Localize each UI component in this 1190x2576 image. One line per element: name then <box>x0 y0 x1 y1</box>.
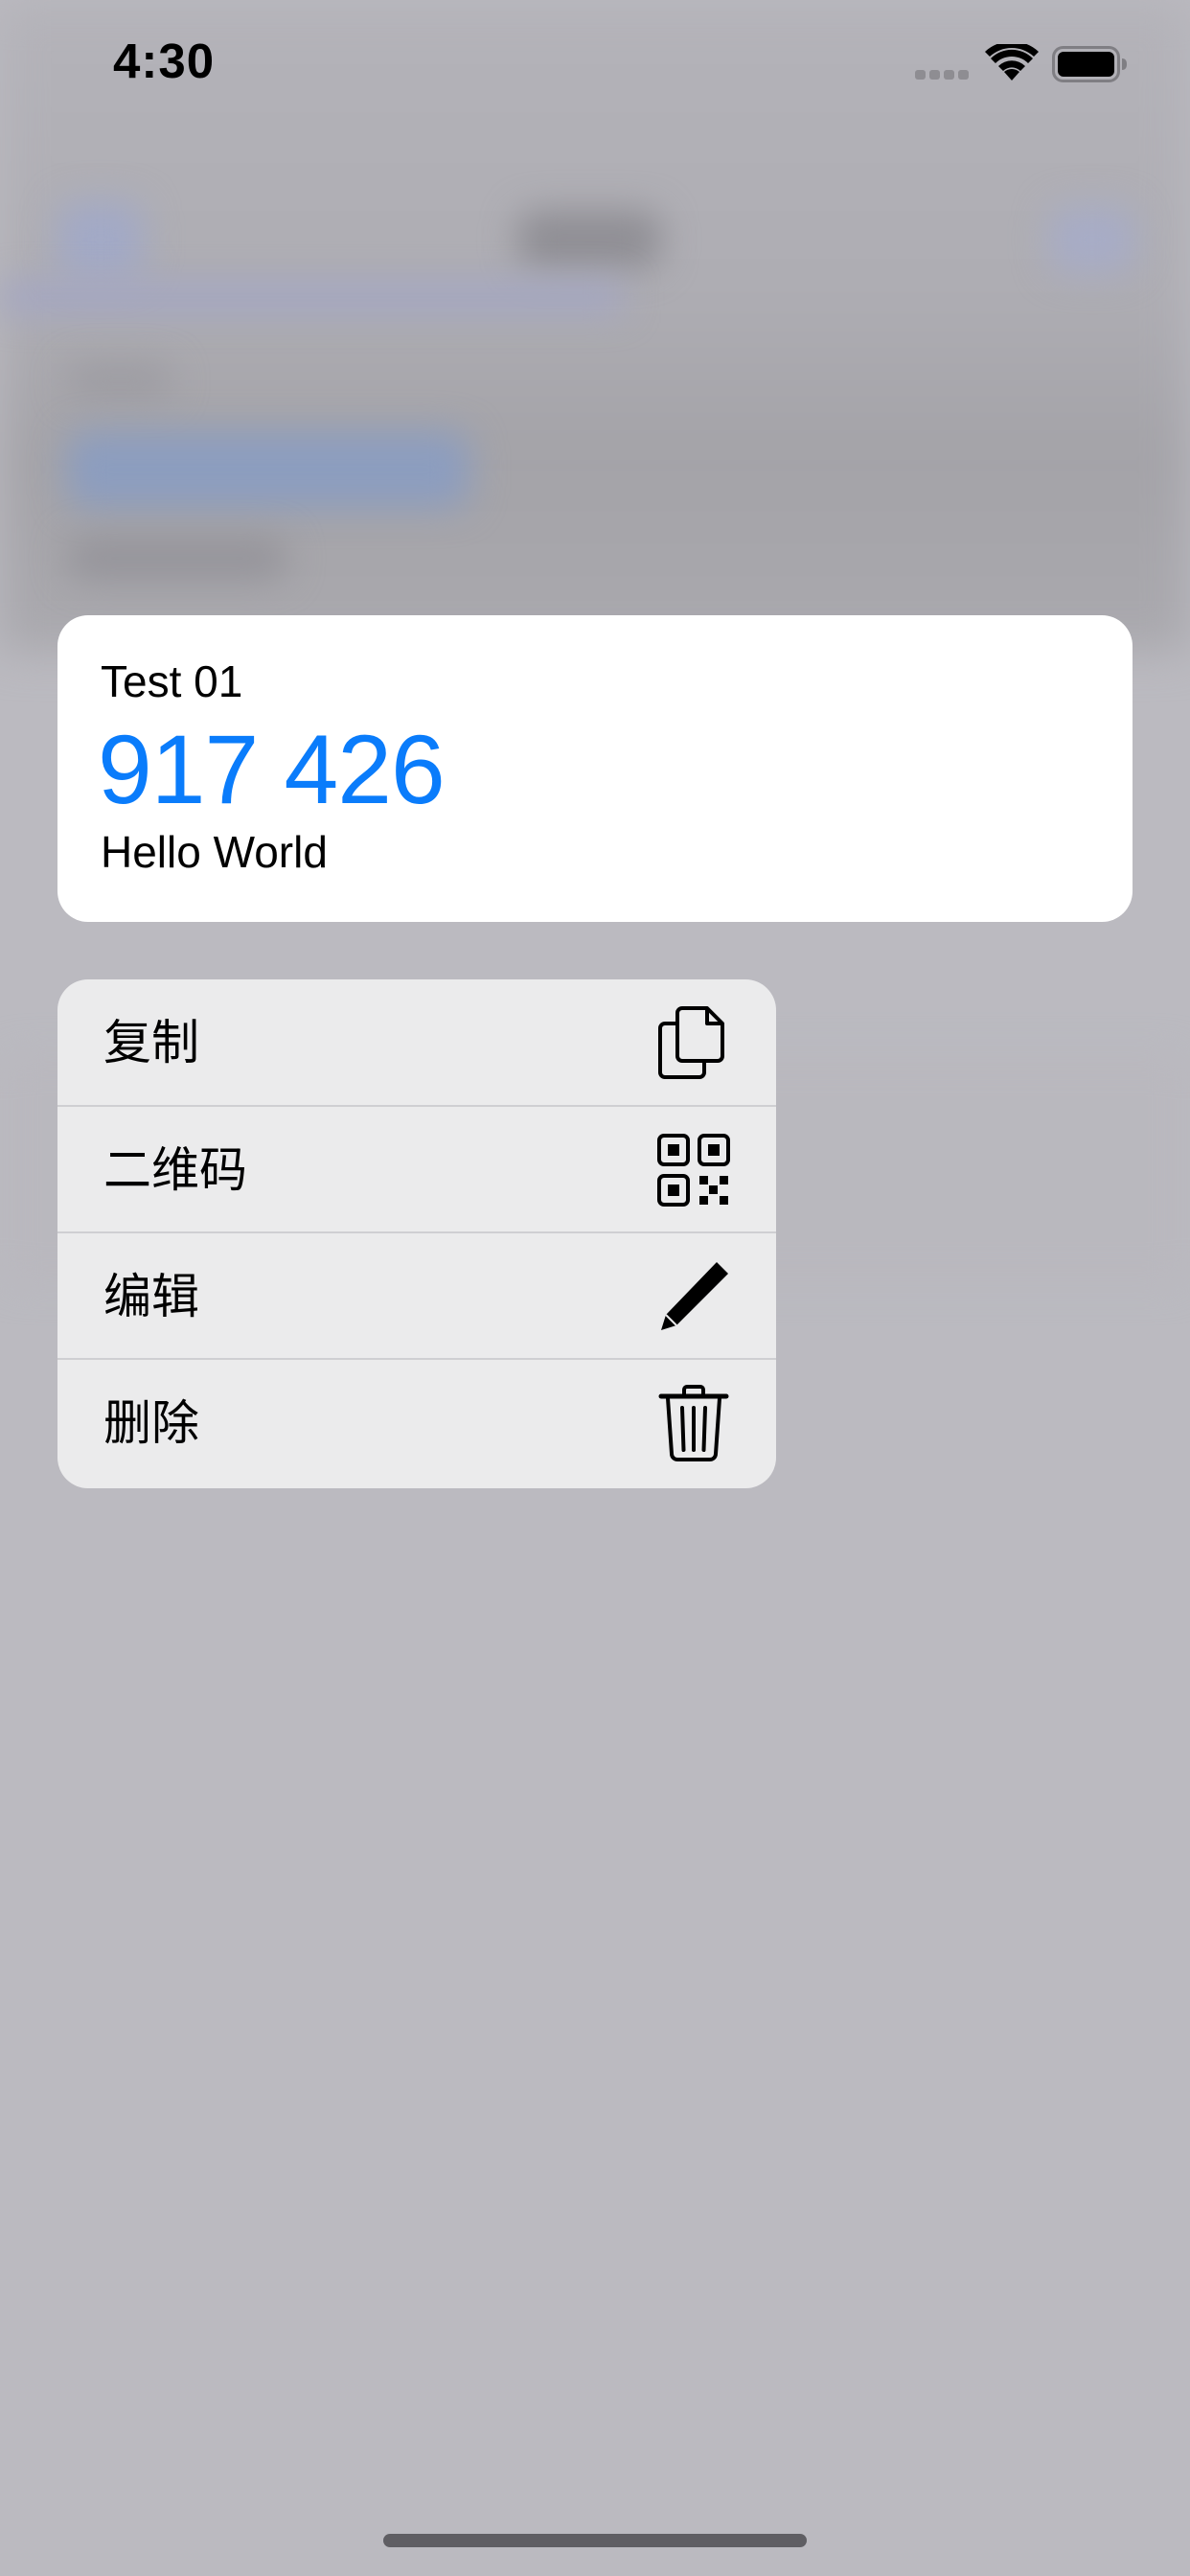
blurred-nav-title <box>517 211 661 268</box>
pencil-icon <box>653 1256 734 1337</box>
account-note: Hello World <box>101 827 328 877</box>
battery-icon <box>1052 46 1129 82</box>
wifi-icon <box>985 40 1039 82</box>
blurred-row-label <box>67 364 172 398</box>
menu-item-qr-code[interactable]: 二维码 <box>57 1107 776 1233</box>
blurred-row-code <box>67 431 469 508</box>
blurred-nav-divider <box>0 283 623 311</box>
menu-item-label: 二维码 <box>103 1143 247 1197</box>
menu-item-edit[interactable]: 编辑 <box>57 1233 776 1360</box>
status-bar: 4:30 <box>0 0 1190 134</box>
trash-icon <box>653 1383 734 1463</box>
home-indicator[interactable] <box>383 2534 807 2547</box>
blurred-nav-right-button <box>1049 206 1135 273</box>
menu-item-label: 删除 <box>103 1396 199 1450</box>
blurred-row-note <box>67 537 287 580</box>
context-menu: 复制 二维码 编辑 删除 <box>57 979 776 1488</box>
blurred-nav-left-button <box>57 201 144 278</box>
status-time: 4:30 <box>113 34 216 88</box>
menu-item-label: 复制 <box>103 1016 199 1070</box>
otp-code: 917 426 <box>98 715 446 824</box>
menu-item-delete[interactable]: 删除 <box>57 1360 776 1486</box>
qr-code-icon <box>653 1130 734 1210</box>
account-preview-card: Test 01 917 426 Hello World <box>57 615 1133 922</box>
menu-item-copy[interactable]: 复制 <box>57 979 776 1107</box>
account-name: Test 01 <box>101 656 243 706</box>
cellular-signal-icon <box>915 68 971 81</box>
copy-icon <box>653 1002 734 1083</box>
menu-item-label: 编辑 <box>103 1270 199 1323</box>
